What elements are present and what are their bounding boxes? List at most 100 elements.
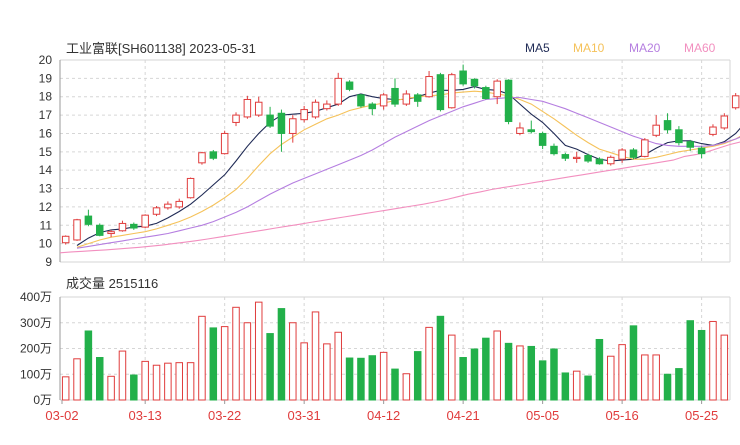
candle	[402, 90, 411, 106]
price-tick-label: 9	[45, 255, 52, 269]
candle	[141, 214, 149, 229]
price-tick-label: 12	[39, 200, 53, 214]
candle-body	[164, 203, 172, 209]
candle-body	[516, 127, 524, 134]
price-tick-label: 19	[39, 71, 53, 85]
candle-body	[493, 80, 501, 98]
candle-body	[95, 224, 104, 236]
date-tick-label: 03-02	[45, 408, 78, 423]
candle-body	[118, 222, 127, 232]
candle-body	[402, 93, 411, 105]
chart-title: 工业富联[SH601138] 2023-05-31	[66, 41, 256, 56]
candle	[220, 130, 229, 155]
candle-body	[73, 219, 81, 241]
candle	[152, 205, 161, 217]
candle	[493, 79, 501, 105]
candle-body	[413, 94, 422, 102]
candle-body	[448, 74, 456, 109]
date-tick-label: 05-05	[526, 408, 559, 423]
candle	[436, 72, 445, 112]
candle-body	[538, 132, 547, 146]
price-tick-label: 13	[39, 182, 53, 196]
price-tick-label: 11	[40, 218, 53, 232]
date-tick-label: 04-21	[447, 408, 480, 423]
candle-body	[84, 215, 93, 225]
date-tick-label: 03-22	[208, 408, 241, 423]
price-tick-label: 17	[39, 108, 53, 122]
volume-bar	[641, 354, 649, 401]
candle	[368, 102, 377, 116]
candle	[186, 177, 195, 199]
volume-bar	[107, 375, 115, 401]
ma-line-ma5	[76, 86, 740, 246]
volume-bar	[164, 362, 172, 401]
candle-body	[607, 156, 615, 165]
candle-body	[561, 154, 570, 159]
candle	[357, 93, 365, 108]
candle-body	[675, 129, 683, 144]
candle-body	[254, 101, 263, 116]
candle	[95, 223, 104, 237]
candle-body	[289, 118, 297, 134]
candle-body	[436, 74, 445, 111]
candle	[209, 149, 218, 161]
candle	[300, 105, 308, 123]
candle-body	[482, 87, 490, 100]
candle-body	[232, 114, 240, 123]
candle	[538, 131, 547, 150]
price-tick-label: 14	[39, 163, 53, 177]
candle	[266, 106, 274, 128]
volume-tick-label: 300万	[20, 316, 52, 330]
candle-body	[368, 103, 377, 110]
candle-body	[152, 207, 161, 215]
legend-ma20: MA20	[629, 41, 661, 55]
volume-bar	[436, 315, 445, 401]
price-tick-label: 10	[39, 237, 53, 251]
candle	[652, 115, 660, 138]
candle-body	[130, 223, 138, 229]
volume-bar	[584, 375, 592, 401]
candle-body	[391, 87, 399, 105]
candlestick-series	[61, 64, 740, 245]
candle-body	[243, 98, 252, 118]
volume-title: 成交量 2515116	[66, 276, 158, 291]
volume-bar	[95, 357, 104, 401]
volume-bar	[663, 373, 672, 401]
volume-tick-label: 100万	[20, 367, 52, 381]
volume-bar	[470, 348, 479, 401]
volume-bar	[209, 327, 218, 401]
volume-bar	[595, 338, 604, 401]
candle-body	[277, 112, 286, 134]
candle-body	[618, 149, 626, 160]
volume-bar	[243, 322, 252, 401]
candle-body	[345, 81, 354, 90]
candle	[459, 64, 467, 86]
volume-bar	[686, 320, 695, 401]
candle-body	[572, 156, 581, 160]
candle-body	[107, 231, 115, 235]
volume-bar	[152, 364, 161, 401]
legend-ma5: MA5	[525, 41, 550, 55]
volume-bar	[118, 350, 127, 401]
candle	[311, 99, 320, 119]
candle-body	[550, 145, 558, 155]
candle-body	[584, 154, 592, 162]
ma-legend: MA5 MA10 MA20 MA60	[525, 41, 716, 55]
candle	[697, 146, 706, 159]
volume-bar	[130, 374, 138, 401]
date-tick-label: 04-12	[367, 408, 400, 423]
candle	[731, 93, 740, 110]
candle-body	[141, 214, 149, 228]
candle-body	[220, 132, 229, 155]
candle	[345, 80, 354, 92]
candle	[572, 151, 581, 163]
candle	[254, 96, 263, 117]
candle-body	[720, 115, 729, 129]
candle	[516, 122, 524, 136]
volume-bar	[300, 342, 308, 401]
candle	[663, 113, 672, 134]
volume-bar	[73, 358, 81, 401]
volume-bar	[561, 372, 570, 401]
volume-bar	[413, 351, 422, 401]
candle	[482, 85, 490, 100]
